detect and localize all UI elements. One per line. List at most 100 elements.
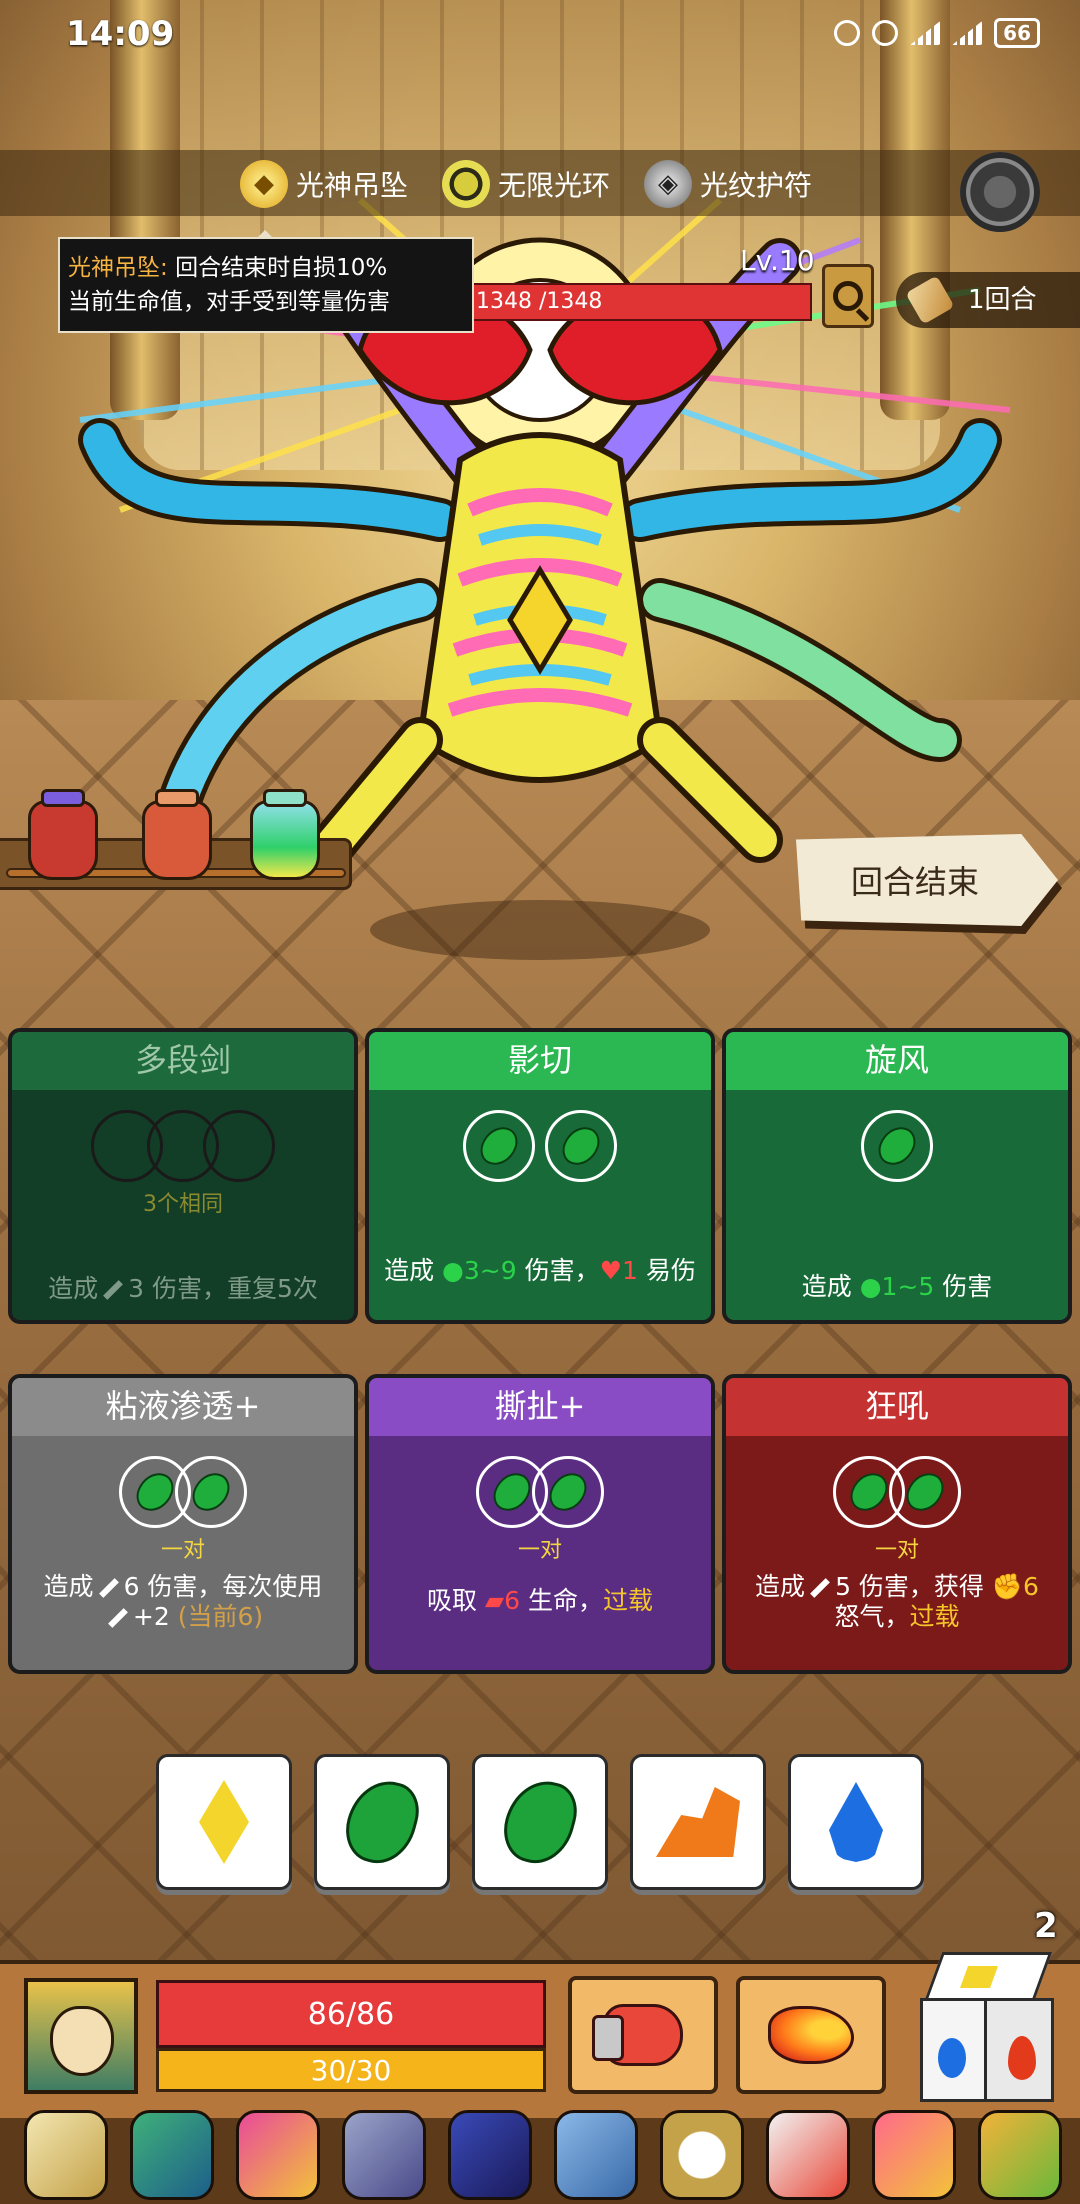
skill-card-tear[interactable]: 撕扯+ 一对 吸取 ▰6 生命，过载 (365, 1374, 715, 1674)
card-requirement: 一对 (160, 1538, 205, 1563)
desc-text: 伤害 (942, 1272, 993, 1301)
desc-value: 3 (128, 1274, 145, 1303)
tribal-mask-icon[interactable] (236, 2110, 320, 2200)
cloak-icon[interactable] (448, 2110, 532, 2200)
reroll-count: 2 (1034, 1906, 1058, 1946)
card-requirement: 3个相同 (143, 1192, 223, 1217)
skill-card-whirlwind[interactable]: 旋风 造成 ●1~5 伤害 (722, 1028, 1072, 1324)
desc-text: 生命， (528, 1586, 604, 1615)
desc-value: 3~9 (463, 1256, 517, 1285)
dice-slot[interactable] (532, 1456, 604, 1528)
system-status-bar: 14:09 66 (0, 0, 1080, 68)
player-hp-bar: 86/86 (156, 1980, 546, 2048)
feather-icon[interactable] (872, 2110, 956, 2200)
fire-action-button[interactable] (736, 1976, 886, 2094)
rage-icon: ✊ (991, 1572, 1024, 1601)
card-title: 狂吼 (726, 1378, 1068, 1436)
dice-slot[interactable] (861, 1110, 933, 1182)
desc-text: 怒气， (834, 1602, 910, 1631)
lifesteal-icon: ▰ (484, 1586, 505, 1615)
avatar-face (50, 2006, 114, 2076)
skill-card-slime-seep[interactable]: 粘液渗透+ 一对 造成 6 伤害，每次使用 +2 (当前6) (8, 1374, 358, 1674)
card-requirement: 一对 (874, 1538, 919, 1563)
dice-slot[interactable] (545, 1110, 617, 1182)
dice-slots (369, 1456, 711, 1528)
pot-icon[interactable] (978, 2110, 1062, 2200)
reroll-die-button[interactable] (916, 1952, 1058, 2108)
desc-text: 造成 (755, 1572, 806, 1601)
leaf-icon (902, 1467, 948, 1517)
banana-icon[interactable] (24, 2110, 108, 2200)
desc-text: 吸取 (426, 1586, 477, 1615)
desc-current: (当前6) (177, 1602, 264, 1631)
card-title: 撕扯+ (369, 1378, 711, 1436)
relic-item-pendant[interactable]: ◆ 光神吊坠 (240, 158, 408, 210)
potion-red[interactable] (28, 789, 98, 880)
end-turn-button[interactable]: 回合结束 (796, 834, 1058, 926)
desc-text: 造成 (384, 1256, 435, 1285)
magnifier-icon (833, 281, 863, 311)
card-description: 吸取 ▰6 生命，过载 (381, 1586, 699, 1616)
fire-icon (1008, 2036, 1036, 2080)
potion-rainbow[interactable] (250, 789, 320, 880)
card-body: 一对 造成 5 伤害，获得 ✊6 怒气，过载 (726, 1436, 1068, 1670)
leaf-icon (132, 1467, 178, 1517)
skill-card-roar[interactable]: 狂吼 一对 造成 5 伤害，获得 ✊6 怒气，过载 (722, 1374, 1072, 1674)
card-title: 多段剑 (12, 1032, 354, 1090)
tooltip-text-1: 回合结束时自损10% (175, 255, 388, 281)
clock: 14:09 (66, 14, 175, 54)
signal-5g-icon (910, 21, 941, 45)
potion-cap (41, 789, 85, 807)
skill-card-multi-sword[interactable]: 多段剑 3个相同 造成 3 伤害，重复5次 (8, 1028, 358, 1324)
leaf-icon (489, 1467, 535, 1517)
relic-item-amulet[interactable]: ◈ 光纹护符 (644, 158, 812, 210)
potion-cap (155, 789, 199, 807)
card-body: 一对 吸取 ▰6 生命，过载 (369, 1436, 711, 1670)
card-requirement: 一对 (517, 1538, 562, 1563)
attack-action-button[interactable] (568, 1976, 718, 2094)
spirit-mask-icon[interactable] (766, 2110, 850, 2200)
dice-slot[interactable] (203, 1110, 275, 1182)
skill-card-shadow-cut[interactable]: 影切 造成 ●3~9 伤害，♥1 易伤 (365, 1028, 715, 1324)
dice-slots (12, 1110, 354, 1182)
signal-4g-icon (952, 21, 983, 45)
amulet-icon: ◈ (644, 160, 692, 208)
desc-text: 造成 (48, 1274, 99, 1303)
player-energy-bar: 30/30 (156, 2048, 546, 2092)
spiked-fist-icon (592, 2004, 683, 2066)
dice-slot[interactable] (889, 1456, 961, 1528)
dice-slot[interactable] (463, 1110, 535, 1182)
water-drop-icon (938, 2038, 966, 2078)
dice-slot[interactable] (175, 1456, 247, 1528)
ring-icon (442, 160, 490, 208)
card-description: 造成 6 伤害，每次使用 +2 (当前6) (24, 1572, 342, 1632)
die-drop[interactable] (788, 1754, 924, 1890)
die-rock[interactable] (630, 1754, 766, 1890)
potion-cap (263, 789, 307, 807)
leaf-icon (846, 1467, 892, 1517)
desc-text: 造成 (801, 1272, 852, 1301)
desc-text: 造成 (43, 1572, 94, 1601)
gold-pendant-icon: ◆ (240, 160, 288, 208)
die-diamond[interactable] (156, 1754, 292, 1890)
desc-text: 易伤 (645, 1256, 696, 1285)
die-leaf[interactable] (314, 1754, 450, 1890)
sword-icon (98, 1578, 119, 1598)
helmet-icon[interactable] (342, 2110, 426, 2200)
mirror-icon[interactable] (660, 2110, 744, 2200)
tooltip-text-2: 当前生命值，对手受到等量伤害 (68, 289, 390, 315)
demon-mask-icon[interactable] (130, 2110, 214, 2200)
relic-label: 无限光环 (498, 169, 611, 202)
card-body: 造成 ●1~5 伤害 (726, 1090, 1068, 1320)
inspect-button[interactable] (822, 264, 874, 328)
card-description: 造成 3 伤害，重复5次 (24, 1274, 342, 1304)
die-leaf[interactable] (472, 1754, 608, 1890)
player-avatar[interactable] (24, 1978, 138, 2094)
relic-item-ring[interactable]: 无限光环 (442, 158, 610, 210)
settings-gear-icon[interactable] (960, 152, 1040, 232)
potion-orange[interactable] (142, 789, 212, 880)
rune-stone-icon[interactable] (554, 2110, 638, 2200)
fire-burst-icon (768, 2006, 854, 2064)
wifi-icon (872, 20, 899, 46)
leaf-icon (874, 1121, 920, 1171)
